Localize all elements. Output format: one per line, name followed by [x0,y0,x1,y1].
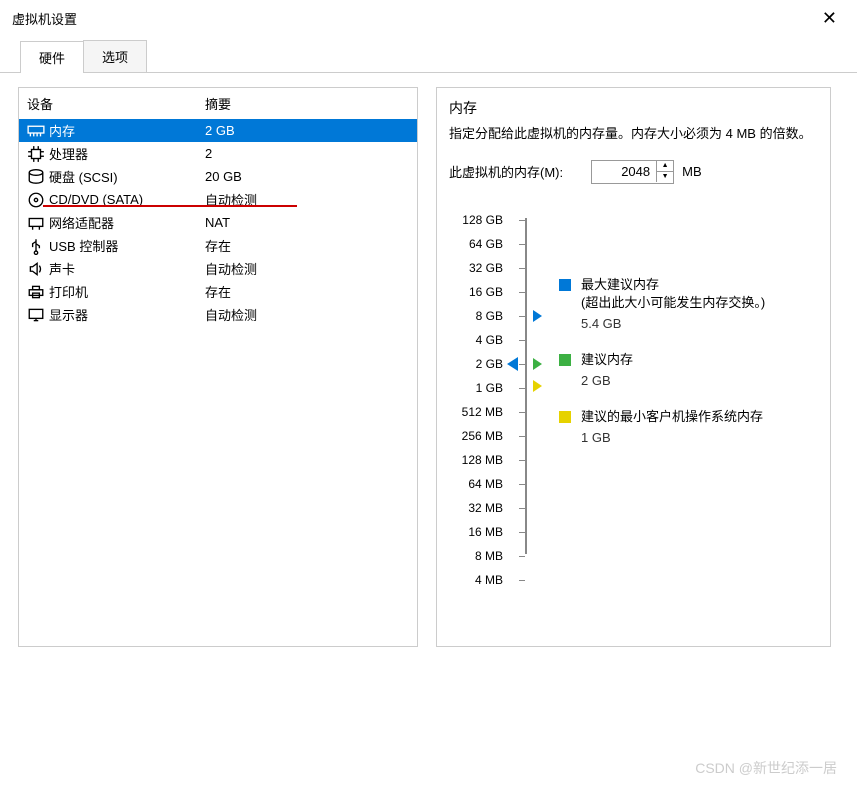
legend-square-max-icon [559,279,571,291]
memory-icon [27,123,45,139]
hardware-row[interactable]: 处理器2 [19,142,417,165]
slider-tick-label: 8 MB [449,544,511,568]
disk-icon [27,169,45,185]
device-name: 声卡 [49,259,205,278]
spinner-up-icon[interactable]: ▲ [657,161,673,172]
memory-description: 指定分配给此虚拟机的内存量。内存大小必须为 4 MB 的倍数。 [449,124,818,144]
device-name: 内存 [49,121,205,140]
slider-tick-label: 4 GB [449,328,511,352]
titlebar: 虚拟机设置 ✕ [0,0,857,36]
legend-max-value: 5.4 GB [581,316,765,331]
memory-input-label: 此虚拟机的内存(M): [449,162,563,181]
device-name: 硬盘 (SCSI) [49,167,205,186]
device-name: 网络适配器 [49,213,205,232]
slider-tick-label: 8 GB [449,304,511,328]
annotation-underline [43,205,297,207]
device-summary: 自动检测 [205,259,409,278]
slider-tick-label: 64 GB [449,232,511,256]
hardware-list-header: 设备 摘要 [19,88,417,119]
network-icon [27,215,45,231]
hardware-row[interactable]: CD/DVD (SATA)自动检测 [19,188,417,211]
legend-rec-value: 2 GB [581,373,765,388]
memory-input[interactable] [592,162,656,181]
slider-tick-label: 128 GB [449,208,511,232]
sound-icon [27,261,45,277]
device-summary: 2 [205,146,409,161]
spinner-down-icon[interactable]: ▼ [657,172,673,182]
watermark: CSDN @新世纪添一居 [695,758,837,778]
slider-tick-label: 256 MB [449,424,511,448]
slider-tick-label: 1 GB [449,376,511,400]
close-icon[interactable]: ✕ [814,8,845,29]
device-name: 显示器 [49,305,205,324]
usb-icon [27,238,45,254]
memory-settings-panel: 内存 指定分配给此虚拟机的内存量。内存大小必须为 4 MB 的倍数。 此虚拟机的… [436,87,831,647]
legend-rec-label: 建议内存 [581,351,633,369]
cpu-icon [27,146,45,162]
device-summary: NAT [205,215,409,230]
slider-tick-label: 16 GB [449,280,511,304]
window-title: 虚拟机设置 [12,9,77,28]
hardware-row[interactable]: 打印机存在 [19,280,417,303]
hardware-row[interactable]: 声卡自动检测 [19,257,417,280]
tab-options[interactable]: 选项 [83,40,147,72]
device-summary: 自动检测 [205,305,409,324]
device-summary: 20 GB [205,169,409,184]
marker-min-icon [533,380,542,392]
hardware-row[interactable]: 硬盘 (SCSI)20 GB [19,165,417,188]
header-device: 设备 [27,94,205,113]
tab-strip: 硬件 选项 [0,40,857,73]
device-summary: 2 GB [205,123,409,138]
header-summary: 摘要 [205,94,231,113]
slider-tick-label: 4 MB [449,568,511,592]
slider-tick-label: 512 MB [449,400,511,424]
device-name: 打印机 [49,282,205,301]
device-name: USB 控制器 [49,236,205,255]
legend-max-label: 最大建议内存 [581,276,765,294]
device-summary: 存在 [205,282,409,301]
legend-max-note: (超出此大小可能发生内存交换。) [581,294,765,312]
hardware-row[interactable]: 内存2 GB [19,119,417,142]
memory-slider-labels: 128 GB64 GB32 GB16 GB8 GB4 GB2 GB1 GB512… [449,208,511,592]
legend-square-min-icon [559,411,571,423]
device-name: 处理器 [49,144,205,163]
slider-tick-label: 128 MB [449,448,511,472]
memory-spinner[interactable]: ▲ ▼ [591,160,674,184]
hardware-row[interactable]: 网络适配器NAT [19,211,417,234]
hardware-row[interactable]: USB 控制器存在 [19,234,417,257]
legend-square-rec-icon [559,354,571,366]
slider-tick-label: 2 GB [449,352,511,376]
memory-legend: 最大建议内存 (超出此大小可能发生内存交换。) 5.4 GB 建议内存 2 GB… [559,208,765,592]
slider-tick-label: 64 MB [449,472,511,496]
tab-hardware[interactable]: 硬件 [20,41,84,73]
memory-unit: MB [682,164,702,179]
slider-tick-label: 32 MB [449,496,511,520]
memory-slider[interactable] [511,208,539,592]
legend-min-label: 建议的最小客户机操作系统内存 [581,408,763,426]
marker-recommended-icon [533,358,542,370]
display-icon [27,307,45,323]
slider-tick-label: 16 MB [449,520,511,544]
memory-title: 内存 [449,98,818,118]
slider-tick-label: 32 GB [449,256,511,280]
hardware-row[interactable]: 显示器自动检测 [19,303,417,326]
hardware-list-panel: 设备 摘要 内存2 GB处理器2硬盘 (SCSI)20 GBCD/DVD (SA… [18,87,418,647]
marker-max-icon [533,310,542,322]
legend-min-value: 1 GB [581,430,765,445]
device-summary: 存在 [205,236,409,255]
slider-thumb-icon[interactable] [507,357,518,371]
printer-icon [27,284,45,300]
